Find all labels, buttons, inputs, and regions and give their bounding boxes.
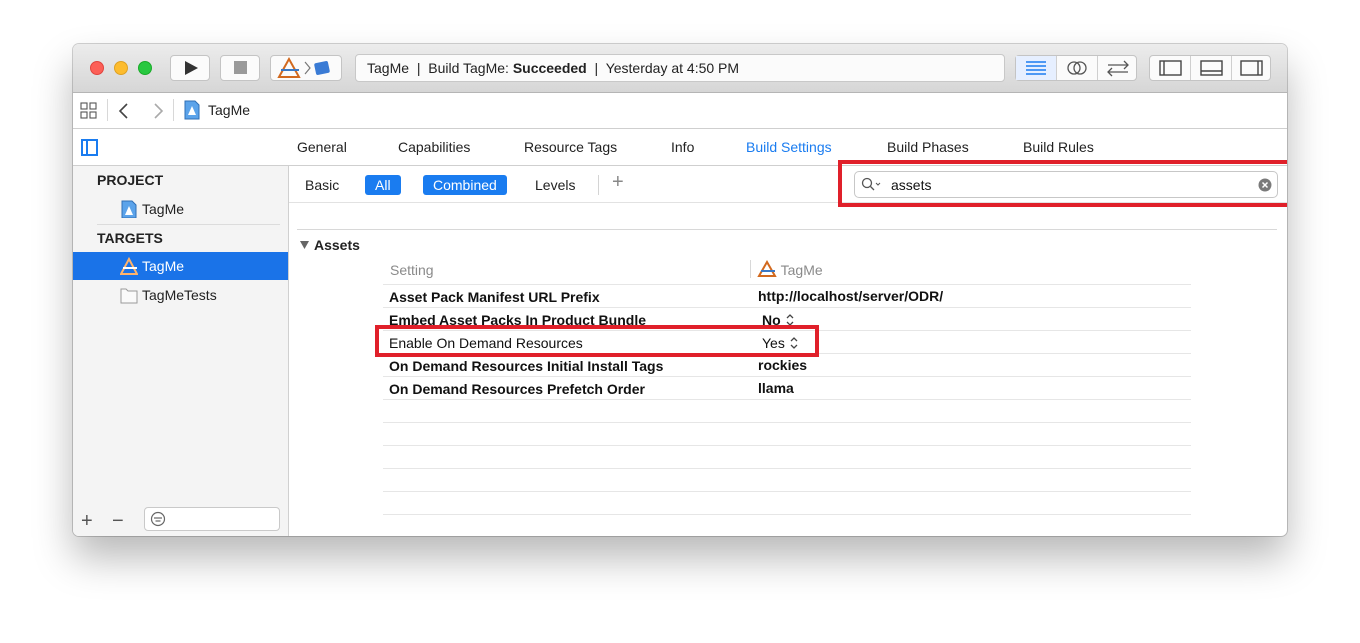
assistant-editor-icon xyxy=(1067,61,1087,75)
toolbar: TagMe | Build TagMe: Succeeded | Yesterd… xyxy=(73,44,1287,93)
activity-viewer: TagMe | Build TagMe: Succeeded | Yesterd… xyxy=(355,54,1005,82)
activity-separator: | xyxy=(416,60,421,76)
basic-filter-button[interactable]: Basic xyxy=(295,175,349,195)
add-setting-button[interactable]: + xyxy=(612,171,624,194)
version-editor-icon xyxy=(1107,60,1129,77)
xcode-app-icon xyxy=(277,56,301,78)
stop-button[interactable] xyxy=(220,55,260,81)
assets-section-header[interactable]: Assets xyxy=(299,237,360,253)
filter-icon xyxy=(150,511,166,527)
jump-bar-file-label: TagMe xyxy=(208,102,251,118)
remove-target-button[interactable]: − xyxy=(112,510,124,533)
sidebar-item-target-tagme[interactable]: TagMe xyxy=(73,252,288,280)
setting-column-header: Setting xyxy=(390,262,434,278)
setting-value-prefetch-order[interactable]: llama xyxy=(758,380,794,396)
jump-bar: TagMe xyxy=(73,93,1287,129)
sidebar-filter-field[interactable] xyxy=(144,507,280,531)
tab-capabilities[interactable]: Capabilities xyxy=(398,139,470,155)
search-highlight-box xyxy=(838,160,1287,207)
sidebar-item-target-tagmetests[interactable]: TagMeTests xyxy=(73,281,288,309)
tab-general[interactable]: General xyxy=(297,139,347,155)
bottom-panel-icon xyxy=(1200,60,1223,76)
setting-value-initial-install-tags[interactable]: rockies xyxy=(758,357,807,373)
project-sidebar: PROJECT TagMe TARGETS TagMe TagMeTests +… xyxy=(73,166,289,536)
version-editor-button[interactable] xyxy=(1098,56,1138,80)
target-column-label: TagMe xyxy=(780,262,823,278)
minimize-button[interactable] xyxy=(114,61,128,75)
project-file-icon xyxy=(121,200,137,218)
test-bundle-icon xyxy=(120,288,138,304)
assistant-editor-button[interactable] xyxy=(1057,56,1098,80)
play-icon xyxy=(185,61,198,75)
activity-time: Yesterday at 4:50 PM xyxy=(605,60,740,76)
combined-filter-button[interactable]: Combined xyxy=(423,175,507,195)
zoom-button[interactable] xyxy=(138,61,152,75)
xcode-window: TagMe | Build TagMe: Succeeded | Yesterd… xyxy=(73,44,1287,536)
debug-toggle-button[interactable] xyxy=(1191,56,1232,80)
build-status: Succeeded xyxy=(512,60,587,76)
setting-name-prefetch-order[interactable]: On Demand Resources Prefetch Order xyxy=(389,381,645,397)
navigator-list-icon xyxy=(1026,61,1046,75)
stop-icon xyxy=(234,61,247,74)
sidebar-item-project-tagme[interactable]: TagMe xyxy=(73,195,288,223)
simulator-icon xyxy=(314,61,330,75)
activity-build-prefix: Build TagMe: xyxy=(428,60,509,76)
sidebar-item-label: TagMe xyxy=(142,258,185,274)
setting-value-asset-pack-manifest-url-prefix[interactable]: http://localhost/server/ODR/ xyxy=(758,288,943,304)
xcode-app-icon xyxy=(120,257,138,275)
tab-build-phases[interactable]: Build Phases xyxy=(887,139,969,155)
navigator-toggle-button[interactable] xyxy=(1150,56,1191,80)
tab-build-settings[interactable]: Build Settings xyxy=(746,139,832,155)
sidebar-toggle-icon[interactable] xyxy=(81,139,99,156)
standard-editor-button[interactable] xyxy=(1016,56,1057,80)
sidebar-item-label: TagMeTests xyxy=(142,287,217,303)
forward-arrow-icon[interactable] xyxy=(151,102,165,120)
right-panel-icon xyxy=(1240,60,1263,76)
target-column-header: TagMe xyxy=(757,259,823,278)
editor-mode-segmented xyxy=(1015,55,1137,81)
all-filter-button[interactable]: All xyxy=(365,175,401,195)
close-button[interactable] xyxy=(90,61,104,75)
back-arrow-icon[interactable] xyxy=(117,102,131,120)
tab-build-rules[interactable]: Build Rules xyxy=(1023,139,1094,155)
targets-section-header: TARGETS xyxy=(97,230,163,246)
scheme-selector[interactable] xyxy=(270,55,342,81)
setting-name-initial-install-tags[interactable]: On Demand Resources Initial Install Tags xyxy=(389,358,663,374)
left-panel-icon xyxy=(1159,60,1182,76)
project-file-icon xyxy=(184,100,200,120)
utilities-toggle-button[interactable] xyxy=(1232,56,1272,80)
run-button[interactable] xyxy=(170,55,210,81)
sidebar-item-label: TagMe xyxy=(142,201,185,217)
activity-project: TagMe xyxy=(367,60,410,76)
disclosure-triangle-icon xyxy=(300,241,309,249)
xcode-app-icon xyxy=(757,259,777,277)
tab-resource-tags[interactable]: Resource Tags xyxy=(524,139,617,155)
panel-toggle-segmented xyxy=(1149,55,1271,81)
grid-icon[interactable] xyxy=(80,102,98,120)
tab-info[interactable]: Info xyxy=(671,139,694,155)
levels-filter-button[interactable]: Levels xyxy=(525,175,585,195)
section-title: Assets xyxy=(314,237,360,253)
add-target-button[interactable]: + xyxy=(81,510,93,533)
setting-highlight-box xyxy=(375,325,819,357)
setting-name-asset-pack-manifest-url-prefix[interactable]: Asset Pack Manifest URL Prefix xyxy=(389,289,600,305)
activity-separator-2: | xyxy=(594,60,599,76)
project-section-header: PROJECT xyxy=(97,172,164,188)
